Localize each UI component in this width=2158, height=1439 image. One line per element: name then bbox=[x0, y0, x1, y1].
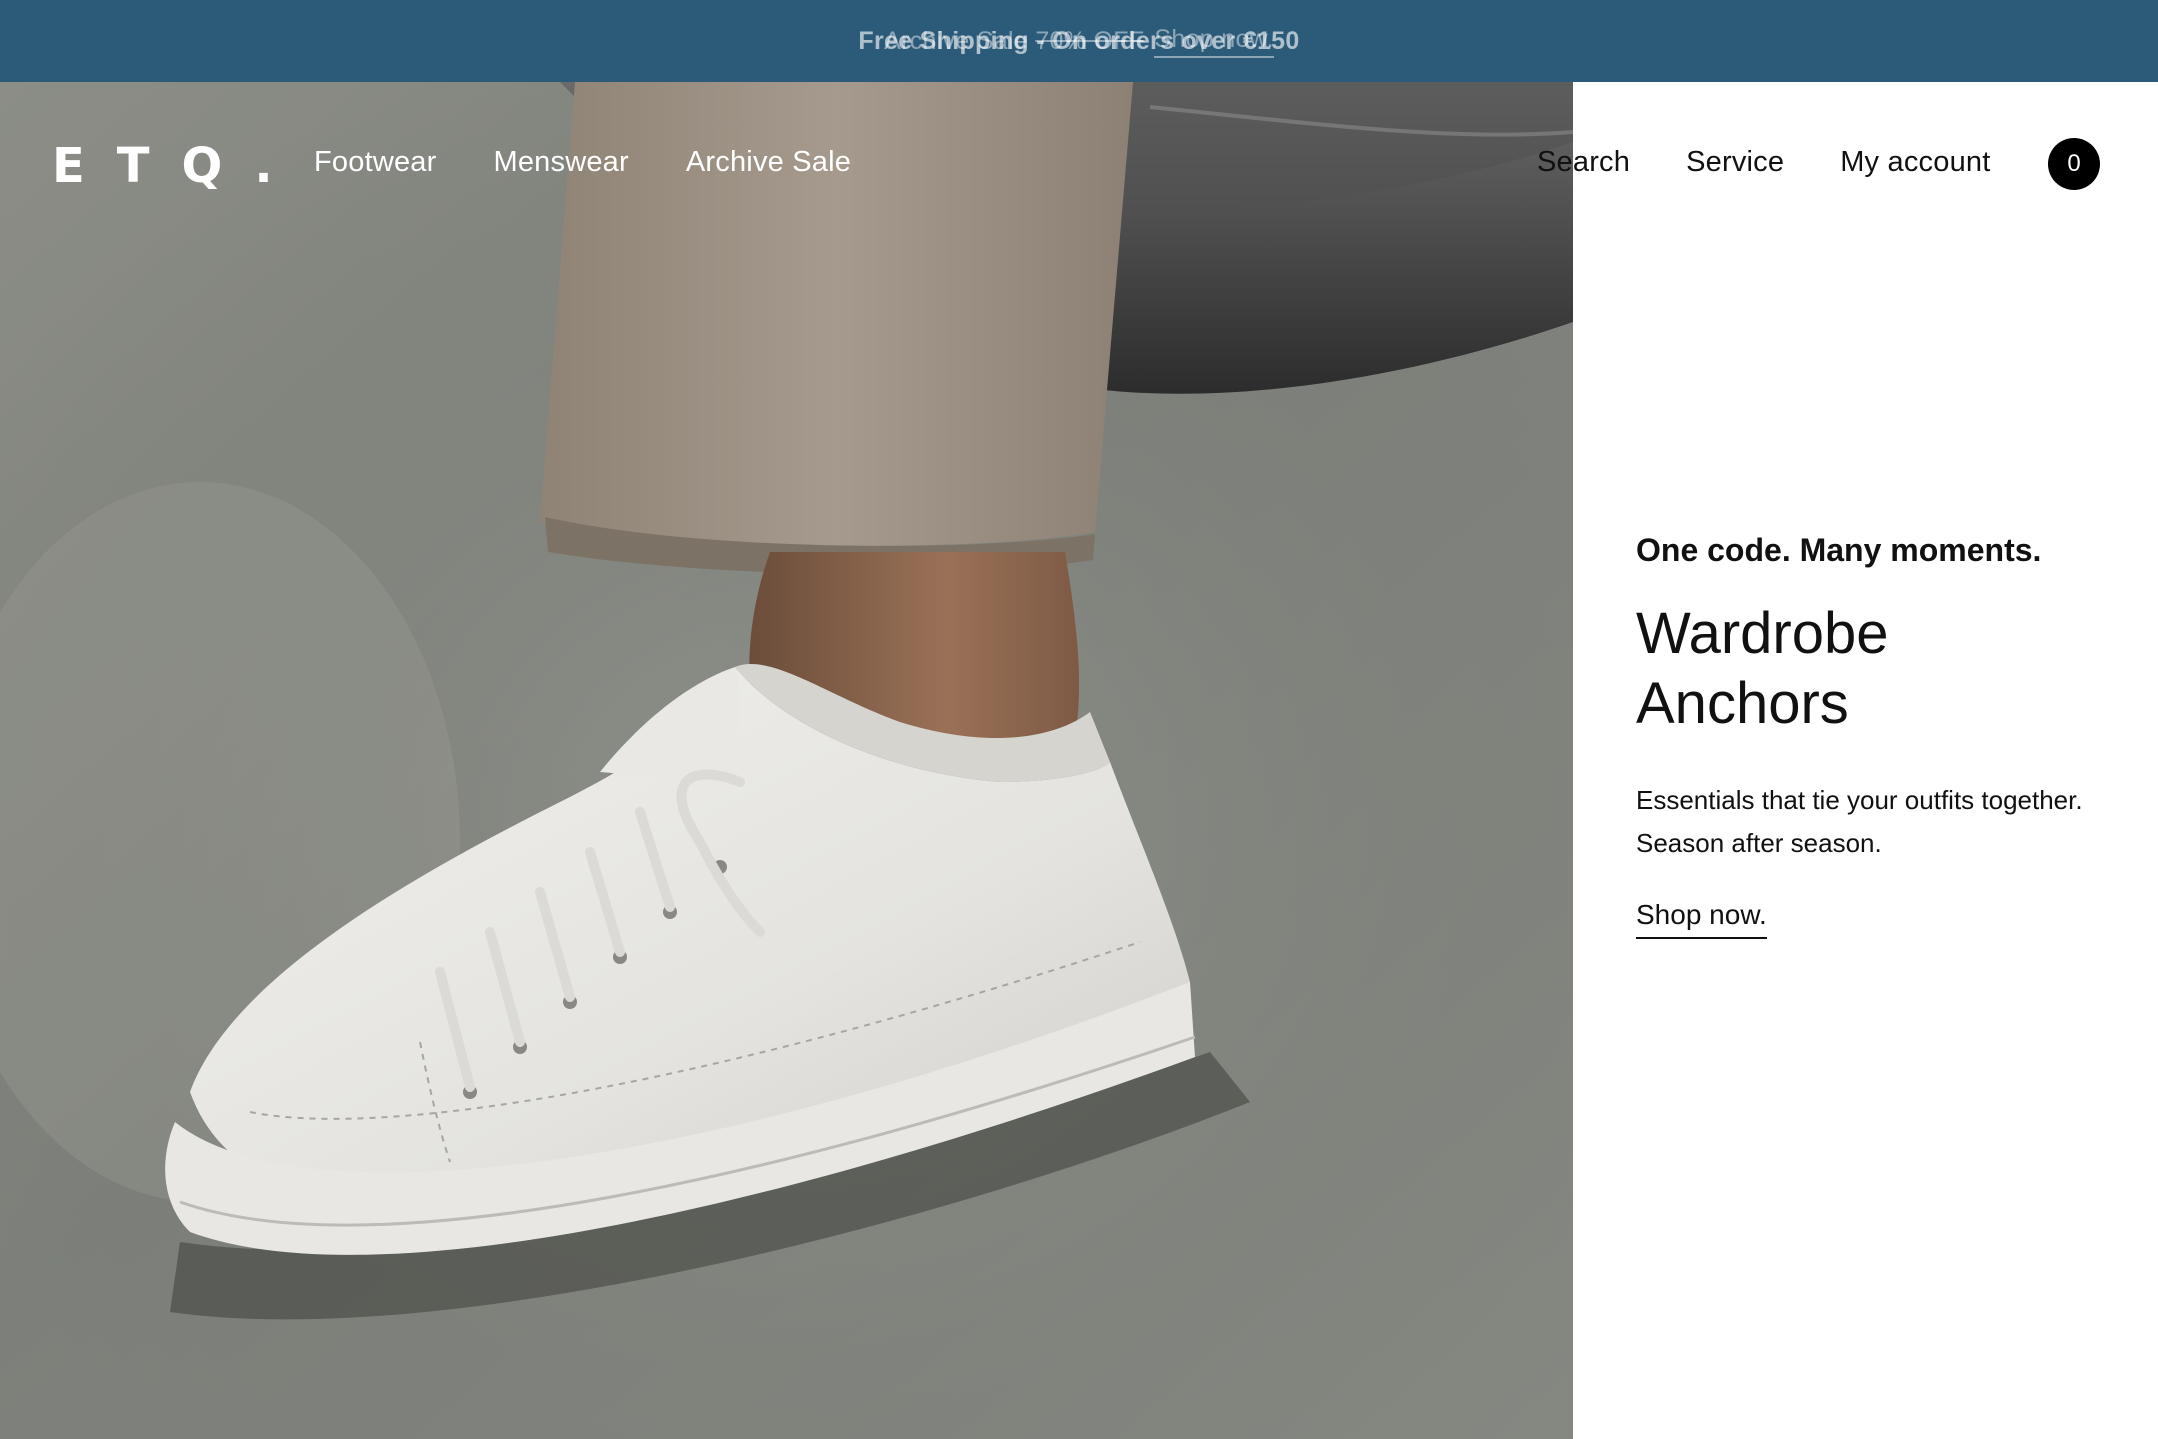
nav-service[interactable]: Service bbox=[1686, 146, 1784, 179]
nav-footwear[interactable]: Footwear bbox=[314, 146, 437, 179]
announcement-message-shipping: Free Shipping - On orders over €150 bbox=[858, 26, 1300, 55]
cart-button[interactable]: 0 bbox=[2048, 138, 2100, 190]
nav-my-account[interactable]: My account bbox=[1840, 146, 1990, 179]
nav-archive-sale[interactable]: Archive Sale bbox=[686, 146, 851, 179]
announcement-carousel: Archive Sale 70% OFF Shop now. Free Ship… bbox=[729, 21, 1429, 61]
promo-description: Essentials that tie your outfits togethe… bbox=[1636, 785, 2083, 858]
cart-count: 0 bbox=[2067, 150, 2081, 177]
hero-sneaker-illustration bbox=[0, 82, 1573, 1439]
nav-menswear[interactable]: Menswear bbox=[494, 146, 629, 179]
nav-search[interactable]: Search bbox=[1537, 146, 1630, 179]
promo-eyebrow: One code. Many moments. bbox=[1636, 532, 2042, 568]
etq-logo[interactable]: ETQ. bbox=[52, 138, 305, 194]
promo-panel: One code. Many moments. Wardrobe Anchors… bbox=[1636, 532, 2106, 939]
announcement-bar: Archive Sale 70% OFF Shop now. Free Ship… bbox=[0, 0, 2158, 82]
shop-now-link[interactable]: Shop now. bbox=[1636, 899, 1767, 939]
hero-image[interactable] bbox=[0, 82, 1573, 1439]
utility-navigation: Search Service My account bbox=[1537, 146, 1991, 179]
promo-title: Wardrobe Anchors bbox=[1636, 601, 1889, 736]
main-navigation: Footwear Menswear Archive Sale bbox=[314, 146, 851, 179]
